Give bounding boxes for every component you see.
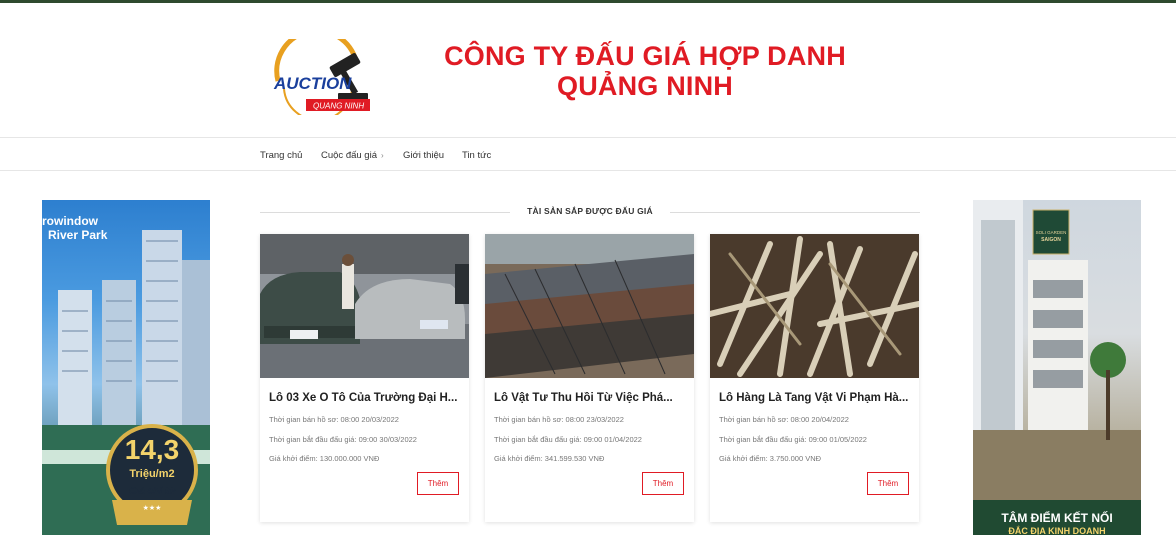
card-starting-price: Giá khởi điểm: 3.750.000 VNĐ xyxy=(719,454,822,463)
materials-photo xyxy=(485,234,694,378)
card-auction-start-time: Thời gian bắt đầu đấu giá: 09:00 01/04/2… xyxy=(494,435,642,444)
ad-right-artwork xyxy=(973,200,1141,535)
timber-photo xyxy=(710,234,919,378)
auction-card[interactable]: Lô 03 Xe Ô Tô Của Trường Đại H... Thời g… xyxy=(260,234,469,522)
nav-item-auctions-label: Cuộc đấu giá xyxy=(321,150,377,161)
auction-logo[interactable]: AUCTION QUANG NINH xyxy=(268,39,374,115)
company-name: CÔNG TY ĐẤU GIÁ HỢP DANH QUẢNG NINH xyxy=(420,41,870,101)
more-button[interactable]: Thêm xyxy=(417,472,459,495)
company-name-line1: CÔNG TY ĐẤU GIÁ HỢP DANH xyxy=(444,41,846,71)
card-doc-sale-time: Thời gian bán hồ sơ: 08:00 23/03/2022 xyxy=(494,415,624,424)
card-starting-price: Giá khởi điểm: 130.000.000 VNĐ xyxy=(269,454,380,463)
card-starting-price: Giá khởi điểm: 341.599.530 VNĐ xyxy=(494,454,605,463)
ad-right-headline-1: TÂM ĐIỂM KẾT NỐI xyxy=(1001,511,1113,525)
site-header: AUCTION QUANG NINH CÔNG TY ĐẤU GIÁ HỢP D… xyxy=(0,3,1176,138)
ad-left-price: 14,3 xyxy=(124,434,180,465)
ad-left-unit: Triệu/m2 xyxy=(129,468,175,480)
ad-right-badge-2: SAIGON xyxy=(1041,237,1061,243)
card-title[interactable]: Lô 03 Xe Ô Tô Của Trường Đại H... xyxy=(269,392,464,404)
card-auction-start-time: Thời gian bắt đầu đấu giá: 09:00 01/05/2… xyxy=(719,435,867,444)
main-nav: Trang chủ Cuộc đấu giá › Giới thiệu Tin t… xyxy=(0,139,1176,171)
card-doc-sale-time: Thời gian bán hồ sơ: 08:00 20/03/2022 xyxy=(269,415,399,424)
ad-banner-left[interactable]: rowindow River Park 14,3 Triệu/m2 Giá ch… xyxy=(42,200,210,535)
section-heading: TÀI SẢN SẮP ĐƯỢC ĐẤU GIÁ xyxy=(260,204,920,220)
nav-item-about[interactable]: Giới thiệu xyxy=(403,150,444,161)
cars-photo xyxy=(260,234,469,378)
ad-left-artwork xyxy=(42,230,210,535)
more-button[interactable]: Thêm xyxy=(867,472,909,495)
card-auction-start-time: Thời gian bắt đầu đấu giá: 09:00 30/03/2… xyxy=(269,435,417,444)
section-title: TÀI SẢN SẮP ĐƯỢC ĐẤU GIÁ xyxy=(527,206,653,216)
auction-card[interactable]: Lô Vật Tư Thu Hồi Từ Việc Phá... Thời gi… xyxy=(485,234,694,522)
card-title[interactable]: Lô Vật Tư Thu Hồi Từ Việc Phá... xyxy=(494,392,689,404)
nav-item-auctions[interactable]: Cuộc đấu giá › xyxy=(321,150,384,161)
ad-left-brand-2: River Park xyxy=(48,228,108,242)
card-image[interactable] xyxy=(710,234,919,378)
ad-left-note: Giá chỉ từ xyxy=(128,486,176,497)
ad-right-headline-2: ĐẮC ĐỊA KINH DOANH xyxy=(1008,526,1106,535)
more-button[interactable]: Thêm xyxy=(642,472,684,495)
ad-left-stars: ★★★ xyxy=(142,505,162,512)
nav-item-home[interactable]: Trang chủ xyxy=(260,150,302,161)
card-image[interactable] xyxy=(260,234,469,378)
ad-right-badge-1: SOLI GARDEN xyxy=(1035,230,1067,235)
card-doc-sale-time: Thời gian bán hồ sơ: 08:00 20/04/2022 xyxy=(719,415,849,424)
auction-card[interactable]: Lô Hàng Là Tang Vật Vi Phạm Hà... Thời g… xyxy=(710,234,919,522)
card-title[interactable]: Lô Hàng Là Tang Vật Vi Phạm Hà... xyxy=(719,392,914,404)
svg-text:QUANG NINH: QUANG NINH xyxy=(313,102,364,111)
ad-banner-right[interactable]: SOLI GARDEN SAIGON TÂM ĐIỂM KẾT NỐI ĐẮC … xyxy=(973,200,1141,535)
chevron-right-icon: › xyxy=(380,151,384,160)
svg-text:AUCTION: AUCTION xyxy=(273,74,352,93)
company-name-line2: QUẢNG NINH xyxy=(557,71,733,101)
nav-item-news[interactable]: Tin tức xyxy=(462,150,491,161)
card-image[interactable] xyxy=(485,234,694,378)
ad-left-brand-1: rowindow xyxy=(42,214,98,228)
